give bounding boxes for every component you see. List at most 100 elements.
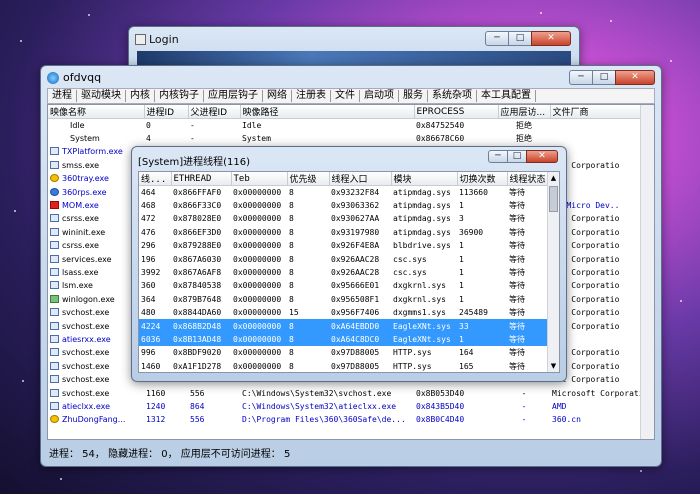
close-button[interactable]: ✕ (615, 70, 655, 85)
thread-switches: 3 (459, 214, 464, 224)
thread-row[interactable]: 464 0x866FFAF0 0x00000000 8 0x93232F84 atipmd… (139, 186, 549, 199)
minimize-button[interactable]: ─ (569, 70, 593, 85)
thread-module: dxgmms1.sys (393, 308, 446, 318)
thread-ethread: 0x879288E0 (173, 241, 222, 251)
col-thread-id[interactable]: 线... (139, 172, 172, 186)
col-thread-entry[interactable]: 线程入口 (329, 172, 392, 186)
tab-tool-config[interactable]: 本工具配置 (477, 90, 536, 102)
scroll-down-arrow[interactable]: ▼ (548, 360, 559, 372)
thread-state: 等待 (509, 254, 525, 264)
scroll-thumb[interactable] (549, 186, 558, 212)
tab-services[interactable]: 服务 (399, 90, 428, 102)
thread-module: EagleXNt.sys (391, 332, 457, 347)
thread-teb: 0x00000000 (233, 281, 282, 291)
tab-registry[interactable]: 注册表 (292, 90, 331, 102)
process-row[interactable]: Idle 0 - Idle 0x84752540 拒绝 (48, 119, 654, 132)
thread-id: 472 (141, 214, 156, 224)
thread-teb: 0x00000000 (233, 187, 282, 197)
col-ethread[interactable]: ETHREAD (171, 172, 232, 186)
process-row[interactable]: System 4 - System 0x86678C60 拒绝 (48, 132, 654, 145)
thread-row[interactable]: 996 0x8BDF9020 0x00000000 8 0x97D88005 HTTP.s… (139, 346, 549, 359)
process-name: smss.exe (48, 159, 144, 172)
thread-row[interactable]: 472 0x878028E0 0x00000000 8 0x930627AA atipmd… (139, 212, 549, 225)
process-name-text: 360tray.exe (62, 174, 109, 184)
thread-minimize-button[interactable]: ─ (488, 150, 508, 163)
tab-startup[interactable]: 启动项 (360, 90, 399, 102)
tab-kernel-hooks[interactable]: 内核钩子 (155, 90, 204, 102)
thread-row[interactable]: 364 0x879B7648 0x00000000 8 0x956508F1 dxgkrn… (139, 293, 549, 306)
process-icon (50, 254, 59, 263)
thread-maximize-button[interactable]: □ (507, 150, 527, 163)
thread-dialog[interactable]: [System]进程线程(116) ─ □ ✕ 线... ETHREAD Teb… (131, 146, 567, 382)
thread-row[interactable]: 468 0x866F33C0 0x00000000 8 0x93063362 atipmd… (139, 199, 549, 212)
tab-process[interactable]: 进程 (48, 90, 77, 102)
col-thread-state[interactable]: 线程状态 (507, 172, 550, 186)
col-eprocess[interactable]: EPROCESS (414, 105, 499, 119)
col-app-access[interactable]: 应用层访... (498, 105, 551, 119)
thread-row[interactable]: 3992 0x867A6AF8 0x00000000 8 0x926AAC28 csc.s… (139, 266, 549, 279)
thread-dialog-controls: ─ □ ✕ (488, 150, 558, 163)
thread-teb: 0x00000000 (233, 241, 282, 251)
thread-state: 等待 (509, 268, 525, 278)
thread-row[interactable]: 6036 0x8B13AD48 0x00000000 8 0xA64C8DC0 Eagle… (139, 332, 549, 347)
tab-kernel[interactable]: 内核 (126, 90, 155, 102)
process-name-text: svchost.exe (62, 361, 110, 371)
process-row[interactable]: atieclxx.exe 1240 864 C:\Windows\System32\a… (48, 400, 654, 413)
tab-app-hooks[interactable]: 应用层钩子 (204, 90, 263, 102)
thread-row[interactable]: 196 0x867A6030 0x00000000 8 0x926AAC28 csc.sy… (139, 252, 549, 265)
process-row[interactable]: svchost.exe 1160 556 C:\Windows\System32\sv… (48, 386, 654, 399)
col-switch-count[interactable]: 切换次数 (457, 172, 508, 186)
process-ppid: 556 (190, 415, 205, 425)
thread-priority: 8 (289, 201, 294, 211)
process-access: 拒绝 (516, 134, 532, 144)
login-maximize-button[interactable]: □ (508, 31, 532, 46)
thread-module: csc.sys (393, 254, 427, 264)
thread-row[interactable]: 476 0x866EF3D0 0x00000000 8 0x93197980 atipmd… (139, 226, 549, 239)
process-pid: 1240 (146, 401, 166, 411)
scroll-up-arrow[interactable]: ▲ (548, 172, 559, 184)
process-name-text: ZhuDongFang... (62, 415, 126, 425)
thread-row[interactable]: 1460 0xA1F1D278 0x00000000 8 0x97D88005 HTTP.… (139, 360, 549, 372)
thread-priority: 8 (289, 268, 294, 278)
process-name: svchost.exe (48, 386, 144, 399)
login-minimize-button[interactable]: ─ (485, 31, 509, 46)
thread-list-scrollbar[interactable]: ▲ ▼ (547, 172, 559, 372)
thread-switches: 1 (459, 294, 464, 304)
login-close-button[interactable]: ✕ (531, 31, 571, 46)
process-list-scrollbar[interactable] (640, 105, 654, 439)
thread-list[interactable]: 线... ETHREAD Teb 优先级 线程入口 模块 切换次数 线程状态 4… (138, 171, 560, 373)
process-name: csrss.exe (48, 239, 144, 252)
tab-system-misc[interactable]: 系统杂项 (428, 90, 477, 102)
process-name-text: svchost.exe (62, 388, 110, 398)
thread-priority: 15 (289, 308, 299, 318)
process-ppid: 556 (190, 388, 205, 398)
thread-row[interactable]: 480 0x8844DA60 0x00000000 15 0x956F7406 dxgmm… (139, 306, 549, 319)
col-ppid[interactable]: 父进程ID (188, 105, 241, 119)
process-row[interactable]: ZhuDongFang... 1312 556 D:\Program Files\36… (48, 413, 654, 426)
thread-entry: 0x95666E01 (331, 281, 380, 291)
process-vendor (550, 132, 654, 145)
maximize-button[interactable]: □ (592, 70, 616, 85)
thread-teb: 0x00000000 (233, 227, 282, 237)
process-name: Idle (48, 119, 144, 132)
col-priority[interactable]: 优先级 (287, 172, 330, 186)
thread-row[interactable]: 4224 0x868B2D48 0x00000000 8 0xA64EBDD0 Eagle… (139, 319, 549, 333)
thread-row[interactable]: 296 0x879288E0 0x00000000 8 0x926F4E8A blbdri… (139, 239, 549, 252)
process-vendor: AMD (552, 401, 567, 411)
col-module[interactable]: 模块 (391, 172, 458, 186)
thread-row[interactable]: 360 0x87840538 0x00000000 8 0x95666E01 dxgkrn… (139, 279, 549, 292)
col-vendor[interactable]: 文件厂商 (550, 105, 654, 119)
col-image-path[interactable]: 映像路径 (240, 105, 415, 119)
tab-driver-modules[interactable]: 驱动模块 (77, 90, 126, 102)
col-image-name[interactable]: 映像名称 (48, 105, 145, 119)
col-teb[interactable]: Teb (231, 172, 288, 186)
thread-close-button[interactable]: ✕ (526, 150, 558, 163)
thread-module: EagleXNt.sys (391, 319, 457, 333)
process-icon (50, 227, 59, 236)
tab-network[interactable]: 网络 (263, 90, 292, 102)
col-pid[interactable]: 进程ID (144, 105, 189, 119)
process-icon (50, 281, 59, 290)
tab-files[interactable]: 文件 (331, 90, 360, 102)
thread-teb: 0x00000000 (233, 214, 282, 224)
process-name-text: services.exe (62, 254, 112, 264)
